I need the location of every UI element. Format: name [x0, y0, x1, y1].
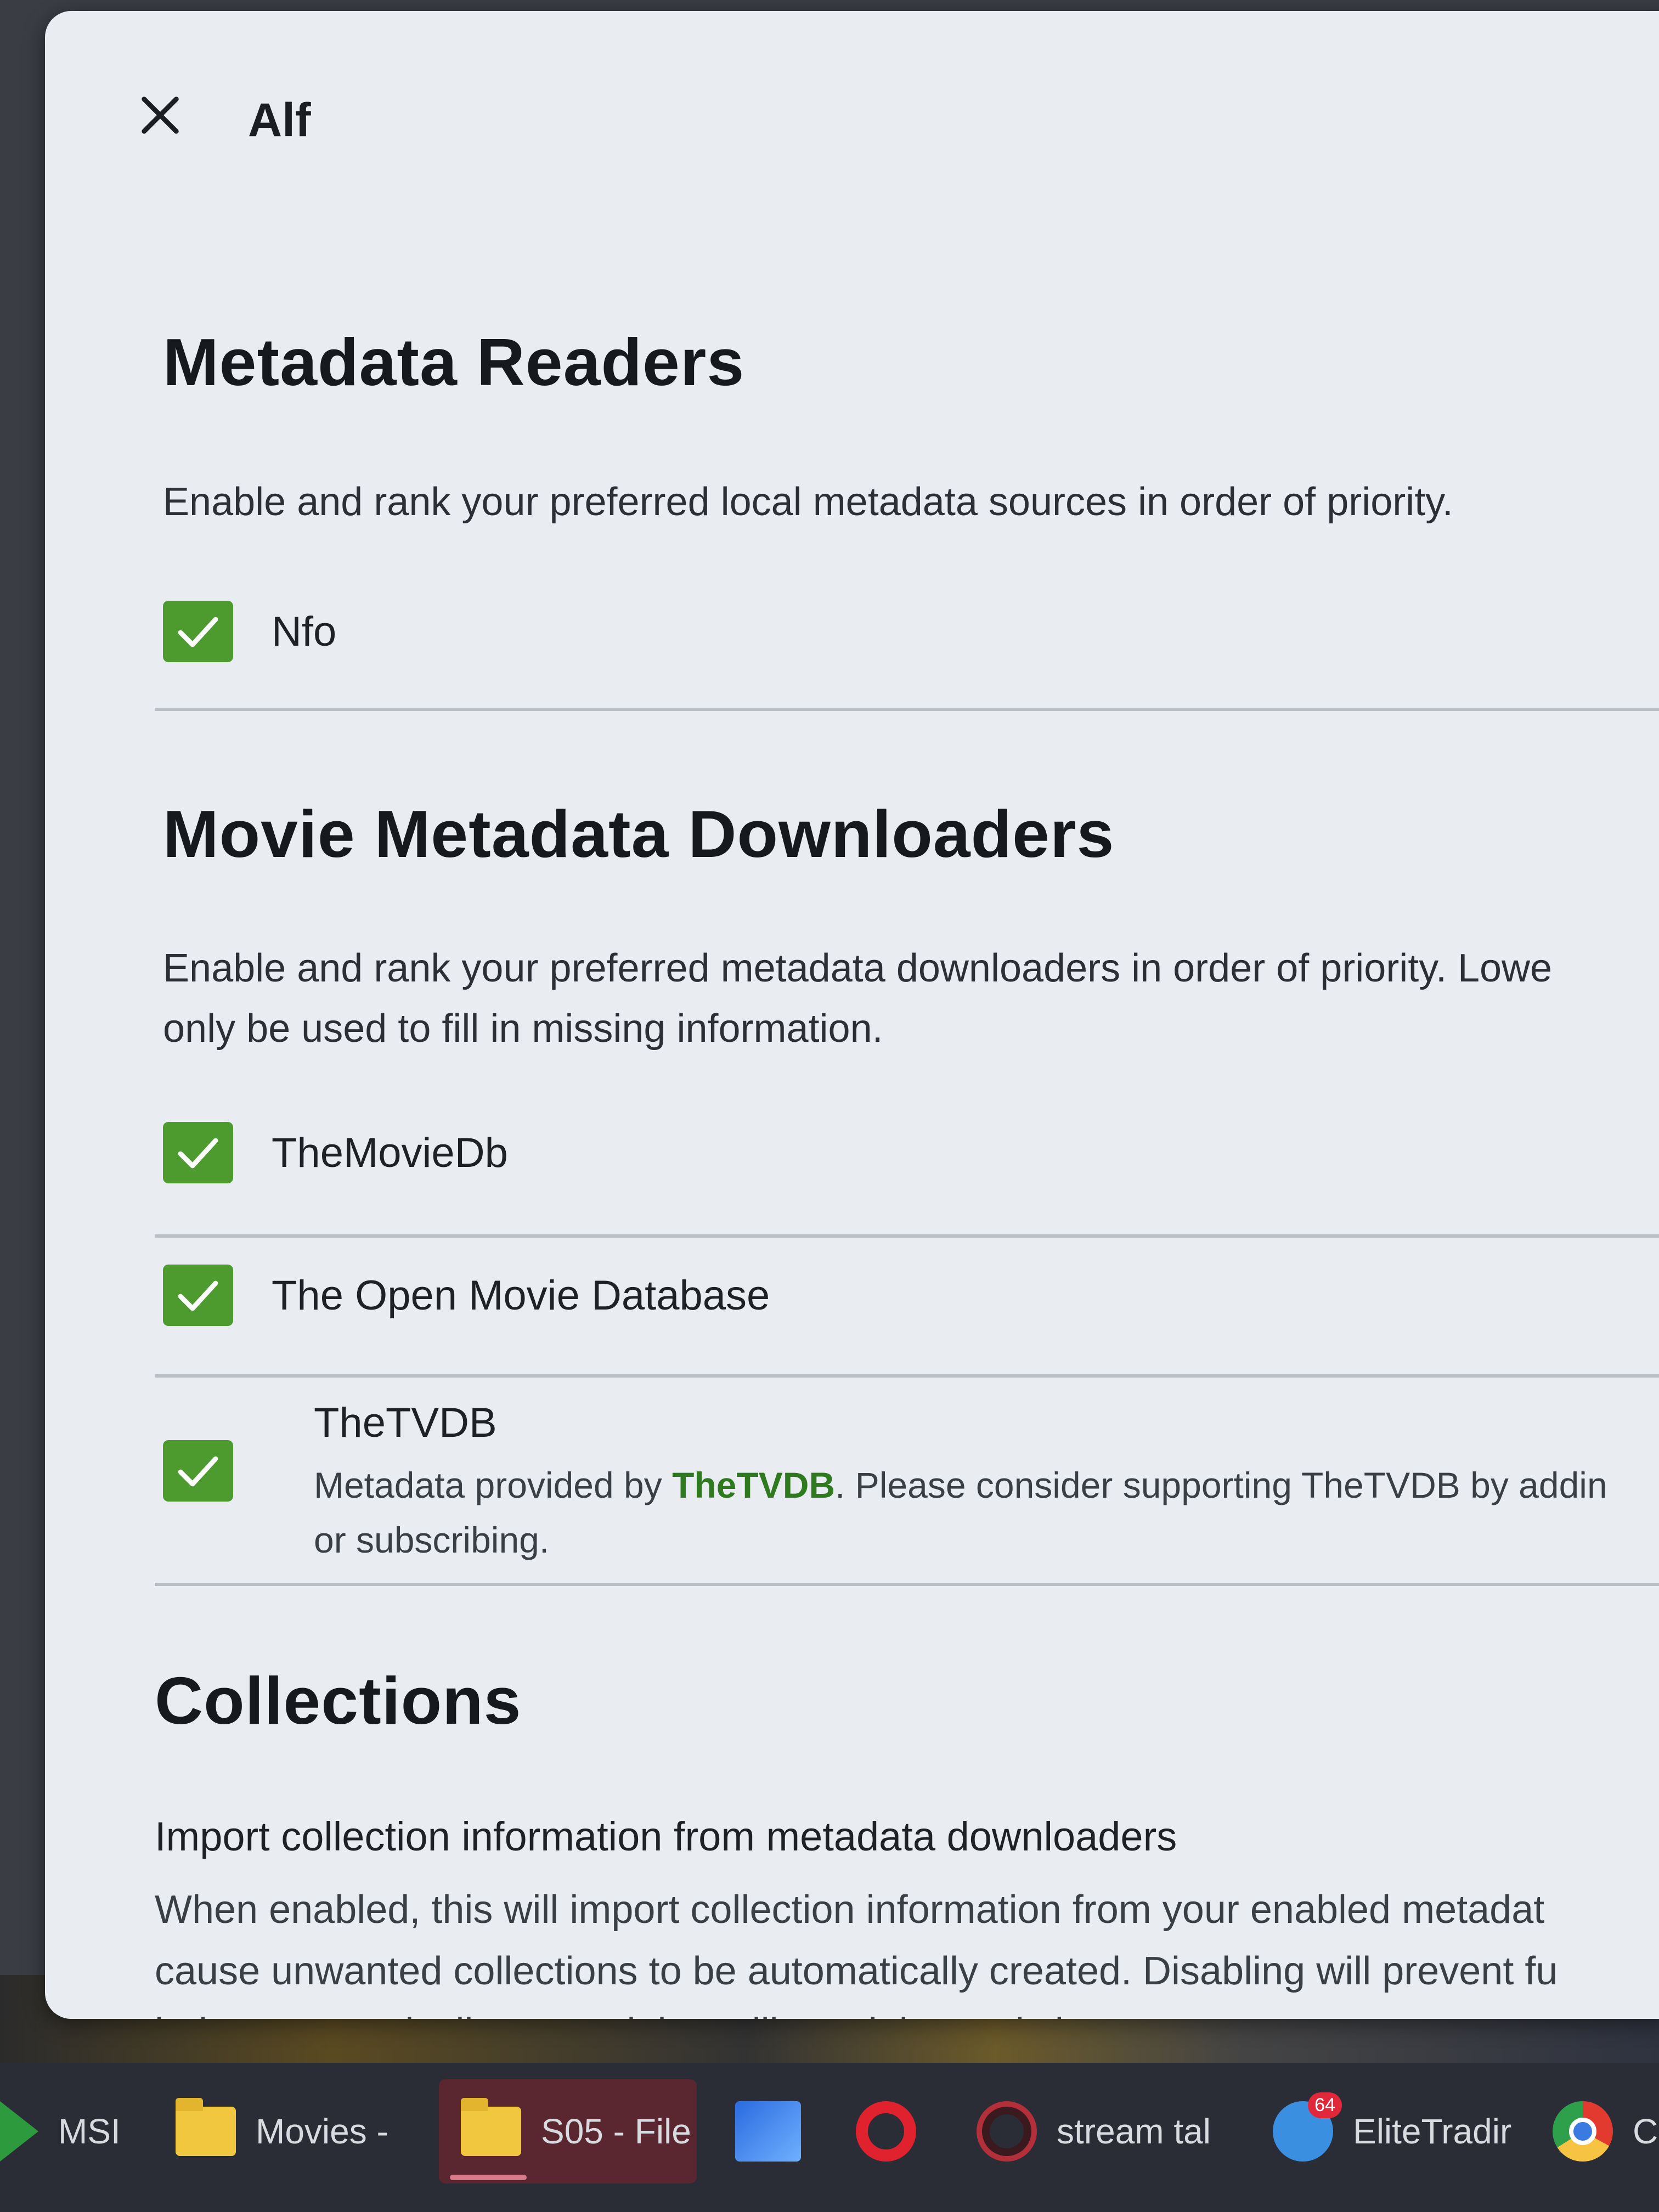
- thetvdb-details: TheTVDB Metadata provided by TheTVDB. Pl…: [314, 1399, 1659, 1567]
- item-label: Nfo: [272, 608, 337, 655]
- taskbar-label: stream tal: [1057, 2112, 1211, 2151]
- msi-icon: [0, 2101, 38, 2162]
- item-label: The Open Movie Database: [272, 1272, 770, 1319]
- collections-title: Collections: [155, 1663, 522, 1738]
- dialog-title: Alf: [248, 94, 311, 146]
- themoviedb-checkbox[interactable]: [163, 1122, 233, 1183]
- movie-downloaders-title: Movie Metadata Downloaders: [163, 797, 1115, 871]
- divider: [155, 1234, 1659, 1238]
- taskbar-item-msi[interactable]: MSI: [0, 2079, 121, 2183]
- taskbar-item-chrome[interactable]: C: [1553, 2079, 1658, 2183]
- taskbar-item-movies-folder[interactable]: Movies -: [176, 2079, 388, 2183]
- library-settings-dialog: Alf Metadata Readers Enable and rank you…: [45, 11, 1659, 2019]
- check-icon: [178, 1280, 218, 1311]
- notification-badge: 64: [1308, 2092, 1342, 2118]
- opera-icon: [856, 2101, 916, 2162]
- folder-icon: [461, 2098, 521, 2156]
- divider: [155, 1583, 1659, 1586]
- collections-description-line2: cause unwanted collections to be automat…: [155, 1949, 1558, 1993]
- collections-description-line1: When enabled, this will import collectio…: [155, 1888, 1545, 1932]
- taskbar-label: C: [1633, 2112, 1658, 2151]
- thetvdb-note: Metadata provided by TheTVDB. Please con…: [314, 1458, 1659, 1513]
- metadata-readers-title: Metadata Readers: [163, 325, 745, 399]
- metadata-reader-item-nfo[interactable]: Nfo: [163, 601, 1659, 662]
- taskbar-item-telegram[interactable]: 64 EliteTradir: [1273, 2079, 1511, 2183]
- check-icon: [178, 617, 218, 647]
- thetvdb-note-prefix: Metadata provided by: [314, 1465, 673, 1505]
- check-icon: [178, 1456, 218, 1487]
- thetvdb-checkbox[interactable]: [163, 1440, 233, 1502]
- check-icon: [178, 1138, 218, 1169]
- taskbar-item-s05-folder[interactable]: S05 - File: [439, 2079, 697, 2183]
- chrome-icon: [1553, 2101, 1613, 2162]
- movie-downloaders-description-line2: only be used to fill in missing informat…: [163, 1007, 883, 1051]
- thetvdb-link[interactable]: TheTVDB: [672, 1465, 835, 1505]
- collections-description-line3: being automatically created, but will no…: [155, 2002, 1659, 2019]
- thetvdb-note-suffix: . Please consider supporting TheTVDB by …: [835, 1465, 1607, 1505]
- taskbar-label: MSI: [58, 2112, 121, 2151]
- movie-downloaders-description-line1: Enable and rank your preferred metadata …: [163, 946, 1553, 990]
- folder-icon: [176, 2098, 236, 2156]
- taskbar-label: Movies -: [256, 2112, 388, 2151]
- downloader-item-themoviedb[interactable]: TheMovieDb: [163, 1122, 1659, 1183]
- close-button[interactable]: [127, 82, 193, 148]
- taskbar-label: S05 - File: [541, 2112, 691, 2151]
- item-label: TheMovieDb: [272, 1129, 508, 1176]
- thetvdb-note-line2: or subscribing.: [314, 1520, 550, 1560]
- metadata-readers-description: Enable and rank your preferred local met…: [163, 480, 1453, 524]
- opera-gx-icon: [977, 2101, 1037, 2162]
- taskbar-label: EliteTradir: [1353, 2112, 1512, 2151]
- taskbar-item-opera-gx[interactable]: stream tal: [977, 2079, 1211, 2183]
- network-icon: [735, 2101, 801, 2162]
- downloader-item-omdb[interactable]: The Open Movie Database: [163, 1265, 1659, 1326]
- taskbar-item-network[interactable]: [735, 2079, 801, 2183]
- close-icon: [142, 97, 179, 134]
- thetvdb-label: TheTVDB: [314, 1400, 497, 1446]
- divider: [155, 1374, 1659, 1378]
- nfo-checkbox[interactable]: [163, 601, 233, 662]
- taskbar-item-opera[interactable]: [856, 2079, 916, 2183]
- telegram-icon: 64: [1273, 2092, 1342, 2162]
- collections-import-label: Import collection information from metad…: [155, 1814, 1177, 1859]
- divider: [155, 708, 1659, 711]
- omdb-checkbox[interactable]: [163, 1265, 233, 1326]
